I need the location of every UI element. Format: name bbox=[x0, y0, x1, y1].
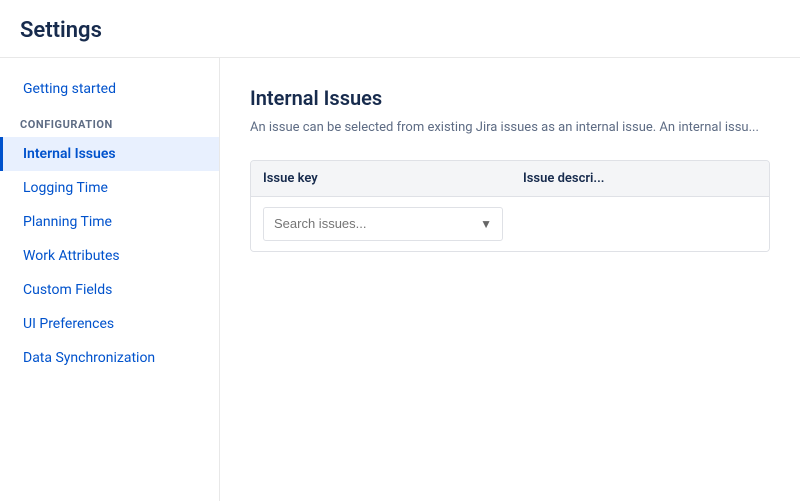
dropdown-icon: ▼ bbox=[480, 217, 492, 231]
page-title: Settings bbox=[20, 18, 780, 43]
table-header: Issue key Issue descri... bbox=[251, 161, 769, 197]
sidebar-item-logging-time[interactable]: Logging Time bbox=[0, 171, 219, 205]
sidebar: Getting started CONFIGURATION Internal I… bbox=[0, 58, 220, 501]
column-header-issue-key: Issue key bbox=[263, 171, 523, 186]
table-body: ▼ bbox=[251, 197, 769, 251]
sidebar-item-work-attributes[interactable]: Work Attributes bbox=[0, 239, 219, 273]
content-description: An issue can be selected from existing J… bbox=[250, 118, 770, 138]
content-title: Internal Issues bbox=[250, 86, 770, 110]
search-issues-wrapper[interactable]: ▼ bbox=[263, 207, 503, 241]
page-header: Settings bbox=[0, 0, 800, 58]
sidebar-item-ui-preferences[interactable]: UI Preferences bbox=[0, 307, 219, 341]
content-area: Internal Issues An issue can be selected… bbox=[220, 58, 800, 501]
sidebar-item-getting-started[interactable]: Getting started bbox=[0, 72, 219, 106]
sidebar-item-custom-fields[interactable]: Custom Fields bbox=[0, 273, 219, 307]
sidebar-section-label: CONFIGURATION bbox=[0, 106, 219, 137]
search-issues-input[interactable] bbox=[274, 216, 476, 231]
issues-table: Issue key Issue descri... ▼ bbox=[250, 160, 770, 252]
sidebar-item-data-synchronization[interactable]: Data Synchronization bbox=[0, 341, 219, 375]
sidebar-item-internal-issues[interactable]: Internal Issues bbox=[0, 137, 219, 171]
main-layout: Getting started CONFIGURATION Internal I… bbox=[0, 58, 800, 501]
sidebar-item-planning-time[interactable]: Planning Time bbox=[0, 205, 219, 239]
column-header-issue-desc: Issue descri... bbox=[523, 171, 757, 186]
